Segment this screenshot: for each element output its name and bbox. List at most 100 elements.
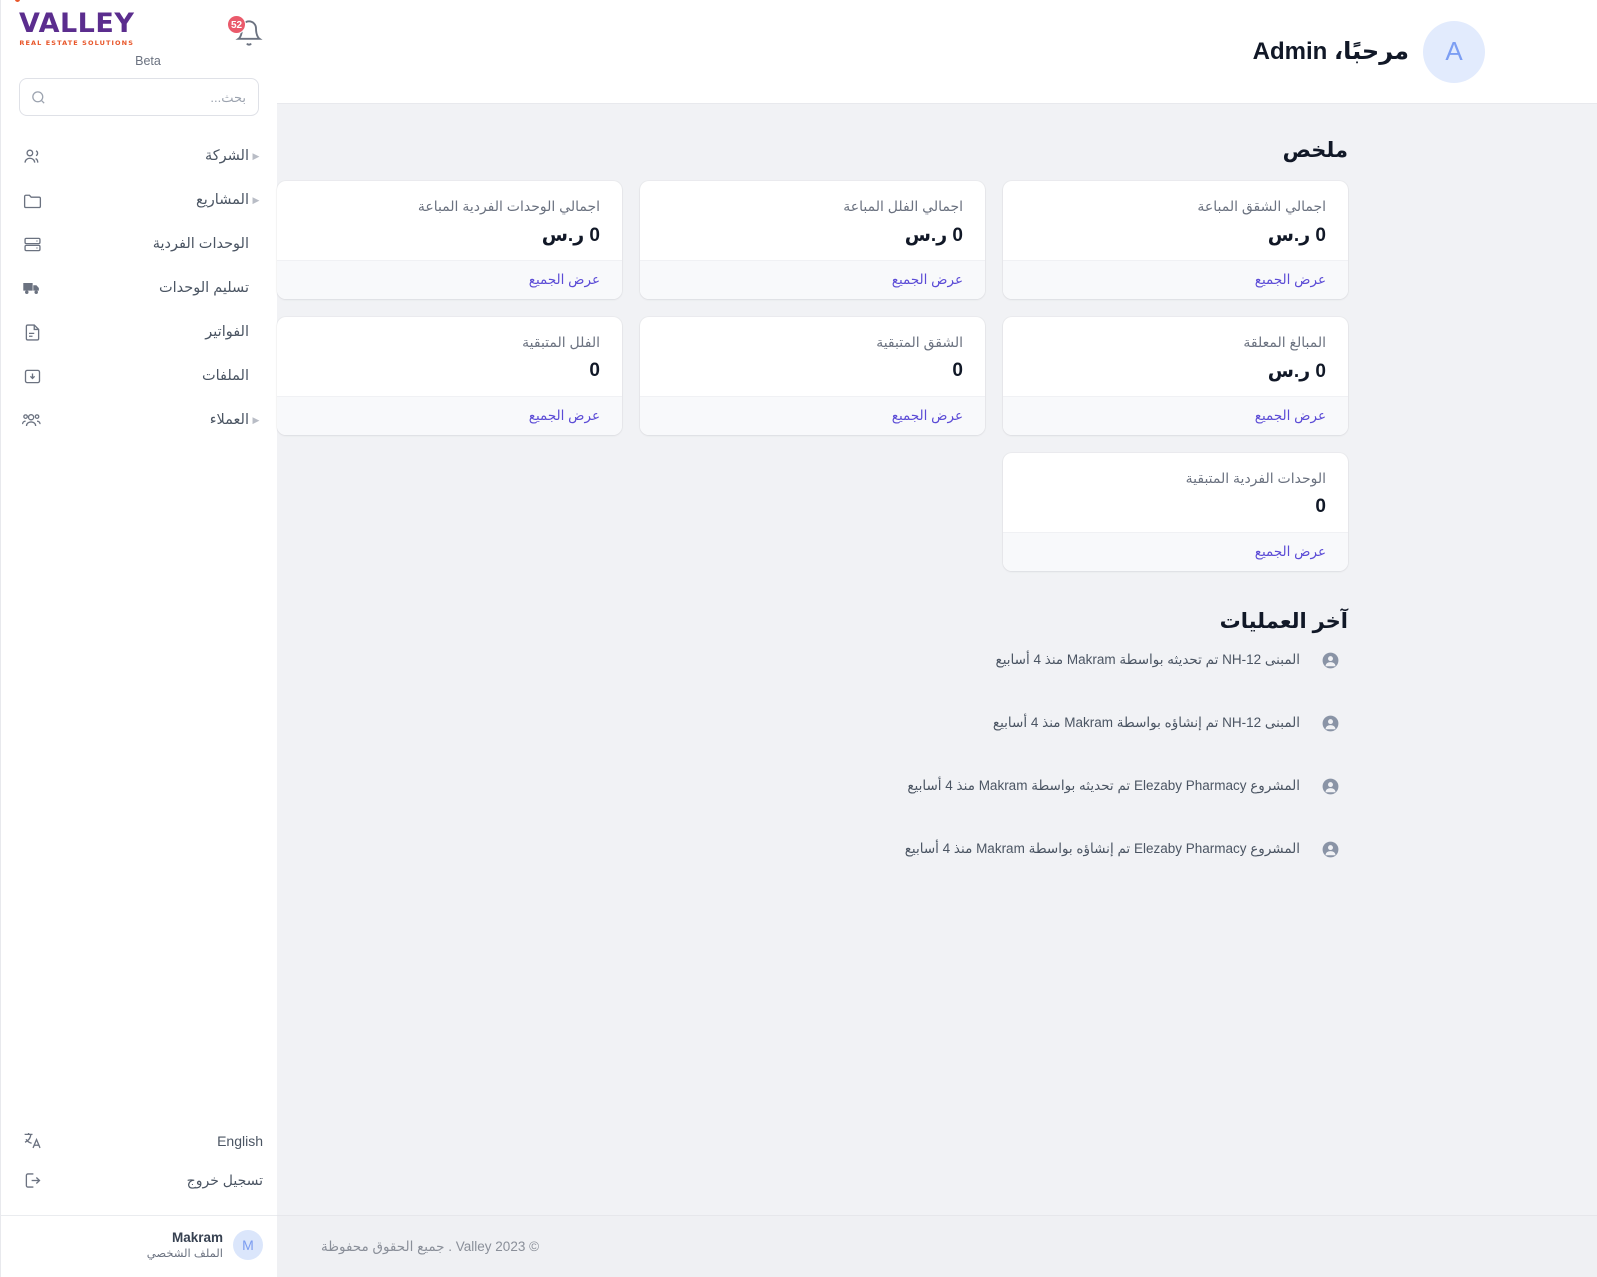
profile-avatar: M	[233, 1230, 263, 1261]
stat-card-title: اجمالي الفلل المباعة	[843, 198, 963, 214]
search-icon	[30, 89, 47, 106]
user-circle-icon	[1320, 840, 1340, 859]
logout-label: تسجيل خروج	[186, 1172, 263, 1189]
stat-card-footer: عرض الجميع	[277, 260, 622, 299]
activity-text: المبنى NH-12 تم تحديثه بواسطة Makram منذ…	[995, 652, 1300, 667]
search-box[interactable]	[19, 78, 259, 116]
sidebar-header: VALLEY REAL ESTATE SOLUTIONS 52 Beta	[1, 0, 277, 76]
timeline-marker	[1312, 711, 1348, 737]
sidebar-item-invoices[interactable]: ▶ الفواتير	[1, 310, 277, 354]
clients-icon	[19, 409, 45, 431]
chevron-right-icon[interactable]: ▶	[249, 195, 263, 206]
notifications-button[interactable]: 52	[227, 15, 263, 53]
copyright-text: © 2023 Valley . جميع الحقوق محفوظة	[321, 1238, 540, 1254]
valley-logo: VALLEY REAL ESTATE SOLUTIONS	[15, 0, 134, 47]
summary-cards: اجمالي الشقق المباعة 0 ر.س عرض الجميع اج…	[277, 181, 1597, 571]
logout-button[interactable]: تسجيل خروج	[19, 1161, 263, 1201]
chevron-right-icon[interactable]: ▶	[249, 415, 263, 426]
avatar: A	[1423, 20, 1485, 83]
sidebar-item-unit-delivery[interactable]: ▶ تسليم الوحدات	[1, 266, 277, 310]
stat-card-value: 0	[952, 359, 963, 381]
sidebar-nav: ▶ الشركة ▶ المشاريع الوحدات الفردية تسلي…	[1, 132, 277, 442]
sidebar-item-label: الملفات	[201, 368, 249, 384]
brand-row: VALLEY REAL ESTATE SOLUTIONS 52	[1, 0, 277, 52]
logo-dot	[15, 0, 20, 2]
stat-card-title: اجمالي الشقق المباعة	[1197, 198, 1326, 214]
sidebar-item-label: الوحدات الفردية	[152, 236, 249, 252]
language-switch-button[interactable]: English	[19, 1121, 263, 1161]
stat-card-value: 0	[1315, 495, 1326, 517]
summary-heading: ملخص	[1282, 139, 1348, 162]
language-label: English	[217, 1132, 263, 1149]
view-all-link[interactable]: عرض الجميع	[1255, 544, 1326, 559]
users-icon	[19, 146, 45, 167]
view-all-link[interactable]: عرض الجميع	[892, 408, 963, 423]
profile-subtitle: الملف الشخصي	[146, 1247, 223, 1260]
file-download-icon	[19, 366, 45, 387]
truck-icon	[19, 277, 45, 299]
sidebar-item-clients[interactable]: ▶ العملاء	[1, 398, 277, 442]
greeting-block: A مرحبًا، Admin	[277, 20, 1485, 83]
activity-text: المشروع Elezaby Pharmacy تم إنشاؤه بواسط…	[904, 841, 1300, 856]
activity-item: المشروع Elezaby Pharmacy تم تحديثه بواسط…	[277, 774, 1348, 837]
sidebar-item-label: تسليم الوحدات	[158, 280, 249, 296]
page-footer: © 2023 Valley . جميع الحقوق محفوظة بواسط…	[277, 1215, 1597, 1277]
stat-card: اجمالي الشقق المباعة 0 ر.س عرض الجميع	[1003, 181, 1348, 299]
activity-text: المبنى NH-12 تم إنشاؤه بواسطة Makram منذ…	[992, 715, 1300, 730]
invoice-icon	[19, 322, 45, 343]
sidebar-item-label: الفواتير	[205, 324, 249, 340]
stat-card-footer: عرض الجميع	[1003, 532, 1348, 571]
stat-card-title: الشقق المتبقية	[876, 334, 963, 350]
profile-name: Makram	[171, 1229, 223, 1245]
sidebar-item-individual-units[interactable]: ▶ الوحدات الفردية	[1, 222, 277, 266]
view-all-link[interactable]: عرض الجميع	[1255, 272, 1326, 287]
stat-card: الوحدات الفردية المتبقية 0 عرض الجميع	[1003, 453, 1348, 571]
profile-text: Makram الملف الشخصي	[19, 1230, 223, 1261]
logo-tagline: REAL ESTATE SOLUTIONS	[19, 39, 134, 47]
sidebar-item-files[interactable]: ▶ الملفات	[1, 354, 277, 398]
stat-card-value: 0 ر.س	[541, 224, 600, 246]
view-all-link[interactable]: عرض الجميع	[1255, 408, 1326, 423]
stat-card: الشقق المتبقية 0 عرض الجميع	[640, 317, 985, 435]
translate-icon	[19, 1130, 45, 1151]
stat-card-value: 0 ر.س	[904, 224, 963, 246]
stat-card-value: 0 ر.س	[1267, 224, 1326, 246]
stat-card-body: الوحدات الفردية المتبقية 0	[1003, 453, 1348, 532]
sidebar-item-projects[interactable]: ▶ المشاريع	[1, 178, 277, 222]
activity-text: المشروع Elezaby Pharmacy تم تحديثه بواسط…	[907, 778, 1300, 793]
stat-card-value: 0 ر.س	[1267, 360, 1326, 382]
user-circle-icon	[1320, 651, 1340, 670]
stat-card-body: الشقق المتبقية 0	[640, 317, 985, 396]
search-input[interactable]	[47, 79, 258, 115]
view-all-link[interactable]: عرض الجميع	[529, 408, 600, 423]
sidebar-item-company[interactable]: ▶ الشركة	[1, 134, 277, 178]
search-container	[1, 76, 277, 132]
logout-icon	[19, 1170, 45, 1191]
stat-card-body: اجمالي الفلل المباعة 0 ر.س	[640, 181, 985, 260]
view-all-link[interactable]: عرض الجميع	[529, 272, 600, 287]
stat-card-title: اجمالي الوحدات الفردية المباعة	[417, 198, 600, 214]
profile-row[interactable]: M Makram الملف الشخصي	[1, 1214, 277, 1277]
chevron-right-icon[interactable]: ▶	[249, 151, 263, 162]
stat-card-footer: عرض الجميع	[277, 396, 622, 435]
timeline-marker	[1312, 648, 1348, 674]
activity-heading: آخر العمليات	[1219, 610, 1348, 633]
page-title: مرحبًا، Admin	[1252, 38, 1409, 65]
folder-icon	[19, 190, 45, 211]
sidebar-item-label: الشركة	[204, 148, 249, 164]
stat-card: الفلل المتبقية 0 عرض الجميع	[277, 317, 622, 435]
sidebar: VALLEY REAL ESTATE SOLUTIONS 52 Beta بحث…	[0, 0, 277, 1277]
stat-card-body: المبالغ المعلقة 0 ر.س	[1003, 317, 1348, 396]
timeline-marker	[1312, 837, 1348, 859]
stat-card-footer: عرض الجميع	[1003, 396, 1348, 435]
app-root: VALLEY REAL ESTATE SOLUTIONS 52 Beta بحث…	[0, 0, 1597, 1277]
beta-label: Beta	[135, 54, 161, 68]
units-icon	[19, 234, 45, 255]
stat-card-footer: عرض الجميع	[640, 396, 985, 435]
stat-card-value: 0	[589, 359, 600, 381]
user-circle-icon	[1320, 777, 1340, 796]
view-all-link[interactable]: عرض الجميع	[892, 272, 963, 287]
activity-item: المبنى NH-12 تم إنشاؤه بواسطة Makram منذ…	[277, 711, 1348, 774]
activity-timeline: المبنى NH-12 تم تحديثه بواسطة Makram منذ…	[277, 648, 1597, 900]
stat-card-body: الفلل المتبقية 0	[277, 317, 622, 396]
